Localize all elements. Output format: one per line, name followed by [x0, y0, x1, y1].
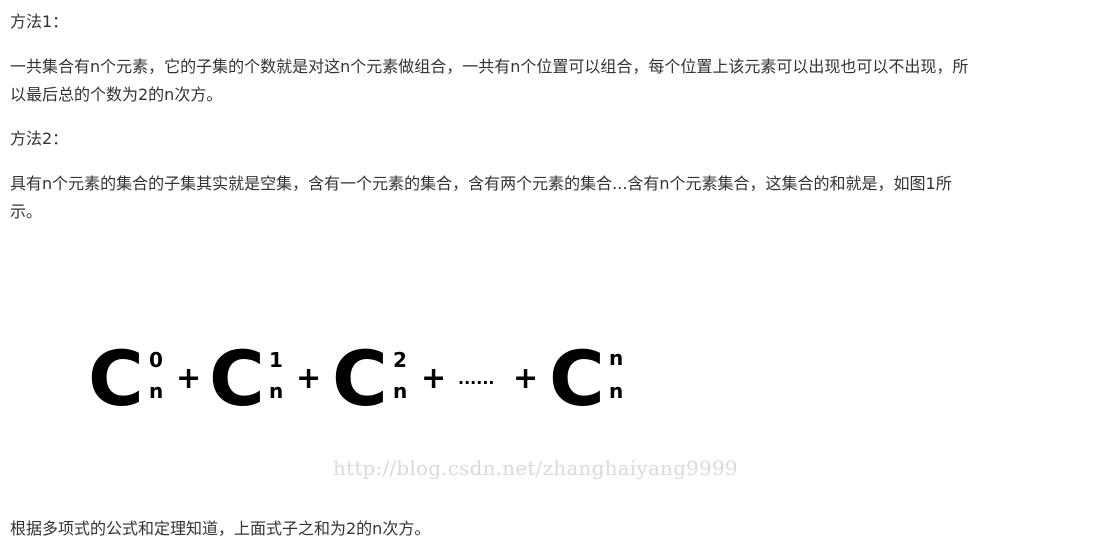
method1-text-line: 以最后总的个数为2的n次方。 — [10, 85, 223, 104]
method2-text-line: 具有n个元素的集合的子集其实就是空集，含有一个元素的集合，含有两个元素的集合..… — [10, 174, 952, 193]
term-0-subscript: n — [149, 379, 163, 403]
method2-text-line: 示。 — [10, 202, 43, 221]
term-2-letter: C — [332, 335, 388, 415]
term-n-letter: C — [549, 335, 605, 415]
plus-sign: + — [513, 361, 538, 396]
term-0-letter: C — [88, 335, 144, 415]
method2-heading: 方法2： — [10, 129, 69, 148]
term-n-subscript: n — [609, 379, 623, 403]
formula-image: C 0 n + C 1 n + C 2 n + ...... + C n n — [88, 335, 623, 415]
term-1-superscript: 1 — [269, 348, 283, 372]
term-0-superscript: 0 — [149, 348, 163, 372]
plus-sign: + — [296, 361, 321, 396]
term-1-subscript: n — [269, 379, 283, 403]
conclusion-text: 根据多项式的公式和定理知道，上面式子之和为2的n次方。 — [10, 519, 431, 538]
blog-watermark: http://blog.csdn.net/zhanghaiyang9999 — [333, 456, 738, 480]
term-n-superscript: n — [609, 346, 623, 370]
method1-text-line: 一共集合有n个元素，它的子集的个数就是对这n个元素做组合，一共有n个位置可以组合… — [10, 57, 969, 76]
method1-heading: 方法1： — [10, 12, 69, 31]
term-1-letter: C — [209, 335, 265, 415]
plus-sign: + — [421, 361, 446, 396]
plus-sign: + — [176, 361, 201, 396]
term-2-subscript: n — [393, 379, 407, 403]
combination-sum-formula: C 0 n + C 1 n + C 2 n + ...... + C n n — [88, 335, 648, 415]
term-2-superscript: 2 — [393, 348, 407, 372]
ellipsis: ...... — [458, 369, 494, 388]
